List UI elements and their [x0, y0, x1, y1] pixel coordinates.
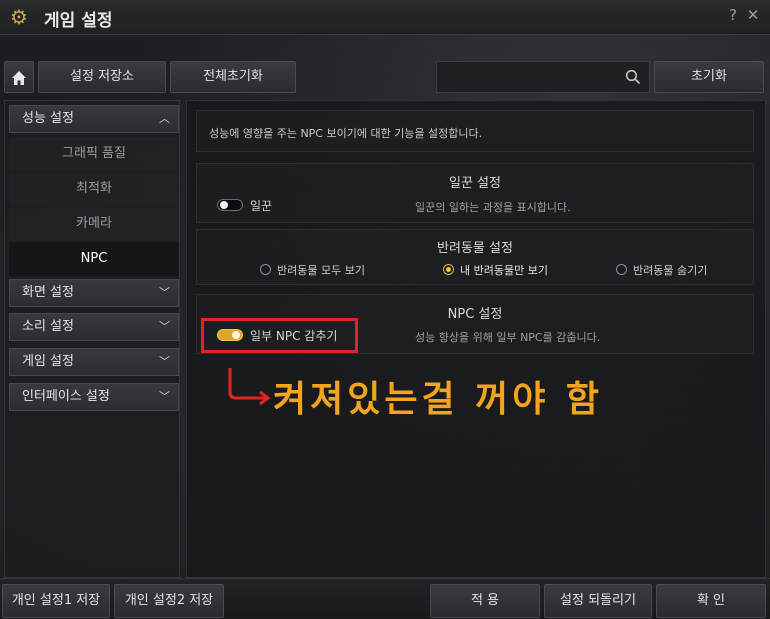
apply-button[interactable]: 적 용 [430, 584, 540, 618]
personal-save-1-button[interactable]: 개인 설정1 저장 [2, 584, 110, 618]
sidebar-category-sound[interactable]: 소리 설정 ﹀ [9, 313, 179, 341]
gear-icon: ⚙ [10, 5, 28, 29]
sidebar-item-camera[interactable]: 카메라 [9, 207, 179, 241]
section-description: 성능에 영향을 주는 NPC 보이기에 대한 기능을 설정합니다. [209, 127, 483, 140]
chevron-down-icon: ﹀ [159, 286, 170, 299]
description-section: 성능에 영향을 주는 NPC 보이기에 대한 기능을 설정합니다. [196, 110, 754, 152]
pet-section-title: 반려동물 설정 [437, 241, 513, 256]
sidebar-category-game[interactable]: 게임 설정 ﹀ [9, 348, 179, 376]
annotation-text: 켜져있는걸 꺼야 함 [273, 379, 604, 420]
search-box[interactable] [436, 61, 650, 93]
worker-section: 일꾼 설정 일꾼 일꾼의 일하는 과정을 표시합니다. [196, 163, 754, 223]
pet-option-label: 내 반려동물만 보기 [460, 264, 548, 277]
settings-store-button[interactable]: 설정 저장소 [38, 61, 166, 93]
search-input[interactable] [443, 67, 617, 89]
chevron-down-icon: ﹀ [159, 320, 170, 333]
sidebar-category-label: 성능 설정 [22, 111, 74, 126]
worker-toggle-label: 일꾼 [250, 199, 273, 213]
home-icon [12, 71, 26, 85]
sidebar: 성능 설정 ︿ 그래픽 품질 최적화 카메라 NPC 화면 설정 ﹀ 소리 설정… [4, 100, 180, 578]
reset-button[interactable]: 초기화 [654, 61, 764, 93]
help-button[interactable]: ? [724, 6, 742, 24]
search-icon[interactable] [625, 69, 641, 85]
close-button[interactable]: ✕ [744, 6, 762, 24]
highlight-box [201, 318, 358, 353]
home-button[interactable] [4, 61, 34, 93]
worker-detail: 일꾼의 일하는 과정을 표시합니다. [415, 201, 571, 214]
pet-radio-mine-only[interactable] [443, 264, 454, 275]
sidebar-category-label: 인터페이스 설정 [22, 389, 110, 404]
pet-radio-hide[interactable] [616, 264, 627, 275]
reset-all-button[interactable]: 전체초기화 [170, 61, 296, 93]
sidebar-category-label: 소리 설정 [22, 319, 74, 334]
title-bar: ⚙ 게임 설정 ? ✕ [0, 0, 770, 35]
chevron-down-icon: ﹀ [159, 355, 170, 368]
sidebar-category-performance[interactable]: 성능 설정 ︿ [9, 105, 179, 133]
worker-section-title: 일꾼 설정 [449, 176, 501, 191]
confirm-button[interactable]: 확 인 [656, 584, 766, 618]
worker-toggle[interactable] [217, 199, 243, 211]
sidebar-category-display[interactable]: 화면 설정 ﹀ [9, 279, 179, 307]
sidebar-category-label: 화면 설정 [22, 285, 74, 300]
chevron-up-icon: ︿ [159, 112, 170, 125]
pet-option-label: 반려동물 숨기기 [633, 264, 708, 277]
annotation-arrow-icon [228, 368, 271, 406]
sidebar-category-label: 게임 설정 [22, 354, 74, 369]
sidebar-item-npc[interactable]: NPC [9, 242, 179, 276]
chevron-down-icon: ﹀ [159, 390, 170, 403]
sidebar-item-optimization[interactable]: 최적화 [9, 172, 179, 206]
pet-section: 반려동물 설정 반려동물 모두 보기 내 반려동물만 보기 반려동물 숨기기 [196, 229, 754, 285]
pet-option-label: 반려동물 모두 보기 [277, 264, 365, 277]
pet-radio-show-all[interactable] [260, 264, 271, 275]
sidebar-category-interface[interactable]: 인터페이스 설정 ﹀ [9, 383, 179, 411]
sidebar-item-graphics-quality[interactable]: 그래픽 품질 [9, 137, 179, 171]
npc-detail: 성능 향상을 위해 일부 NPC를 감춥니다. [415, 331, 601, 344]
personal-save-2-button[interactable]: 개인 설정2 저장 [114, 584, 224, 618]
revert-settings-button[interactable]: 설정 되돌리기 [544, 584, 652, 618]
window-title: 게임 설정 [44, 11, 113, 31]
